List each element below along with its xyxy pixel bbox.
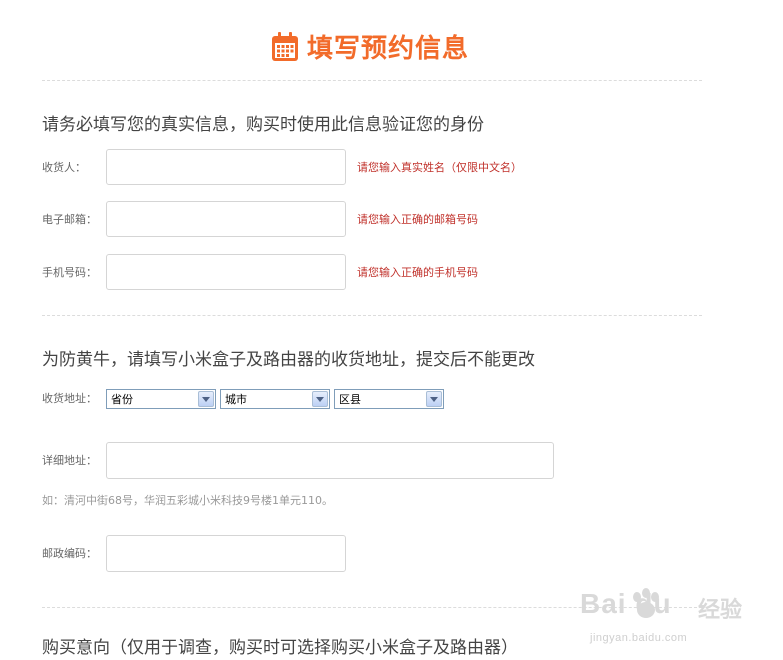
consignee-input[interactable]: [106, 149, 346, 185]
reservation-form-page: 填写预约信息 请务必填写您的真实信息，购买时使用此信息验证您的身份 收货人： 请…: [0, 0, 783, 660]
page-header: 填写预约信息: [0, 28, 740, 65]
district-select-value: 区县: [339, 393, 361, 406]
watermark-url: jingyan.baidu.com: [590, 632, 688, 644]
district-select[interactable]: 区县: [334, 389, 444, 409]
watermark-name: 经验: [698, 598, 743, 623]
section-heading-intent: 购买意向（仅用于调查，购买时可选择购买小米盒子及路由器）: [42, 638, 518, 658]
divider: [42, 315, 702, 316]
detail-address-input[interactable]: [106, 442, 554, 479]
postcode-input[interactable]: [106, 535, 346, 572]
city-select[interactable]: 城市: [220, 389, 330, 409]
page-title: 填写预约信息: [306, 34, 469, 64]
phone-input[interactable]: [106, 254, 346, 290]
detail-address-label: 详细地址：: [42, 454, 97, 467]
divider: [42, 80, 702, 81]
paw-icon: [633, 588, 659, 618]
baidu-jingyan-watermark: Bai du 经验 jingyan.baidu.com: [580, 580, 770, 655]
chevron-down-icon: [426, 391, 442, 407]
email-hint: 请您输入正确的邮箱号码: [357, 213, 478, 226]
chevron-down-icon: [312, 391, 328, 407]
address-example: 如：清河中街68号，华润五彩城小米科技9号楼1单元110。: [42, 494, 333, 507]
chevron-down-icon: [198, 391, 214, 407]
city-select-value: 城市: [225, 393, 247, 406]
province-select-value: 省份: [111, 393, 133, 406]
section-heading-address: 为防黄牛，请填写小米盒子及路由器的收货地址，提交后不能更改: [42, 350, 535, 370]
consignee-label: 收货人：: [42, 161, 86, 174]
email-input[interactable]: [106, 201, 346, 237]
province-select[interactable]: 省份: [106, 389, 216, 409]
section-heading-identity: 请务必填写您的真实信息，购买时使用此信息验证您的身份: [42, 115, 484, 135]
phone-label: 手机号码：: [42, 266, 97, 279]
consignee-hint: 请您输入真实姓名（仅限中文名）: [357, 161, 522, 174]
region-label: 收货地址：: [42, 392, 97, 405]
phone-hint: 请您输入正确的手机号码: [357, 266, 478, 279]
email-label: 电子邮箱：: [42, 213, 97, 226]
postcode-label: 邮政编码：: [42, 547, 97, 560]
calendar-icon: [271, 31, 298, 61]
